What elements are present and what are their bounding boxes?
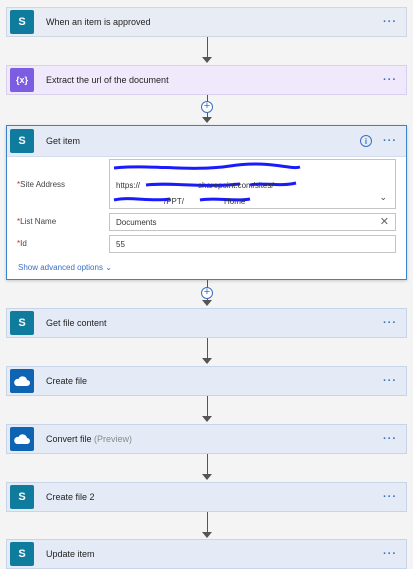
id-field[interactable]: 55 (109, 235, 396, 253)
arrow-head-icon (202, 117, 212, 123)
preview-tag: (Preview) (94, 434, 133, 444)
connector-arrow (207, 37, 208, 57)
list-name-value: Documents (116, 218, 157, 227)
step-title: When an item is approved (46, 17, 151, 27)
site-address-label: *Site Address (17, 180, 66, 189)
connector-arrow (207, 338, 208, 358)
clear-icon[interactable]: ✕ (380, 215, 389, 228)
onedrive-cloud-icon (10, 369, 34, 393)
step-create-file-2[interactable]: S Create file 2 ··· (6, 482, 407, 512)
insert-step-button[interactable]: + (201, 101, 213, 113)
step-title: Convert file (Preview) (46, 434, 133, 444)
step-extract-url[interactable]: {x} Extract the url of the document ··· (6, 65, 407, 95)
step-title: Get item (46, 136, 81, 146)
arrow-head-icon (202, 532, 212, 538)
arrow-head-icon (202, 300, 212, 306)
sharepoint-icon: S (10, 311, 34, 335)
more-options-button[interactable]: ··· (380, 135, 400, 147)
step-when-item-approved[interactable]: S When an item is approved ··· (6, 7, 407, 37)
onedrive-cloud-icon (10, 427, 34, 451)
sharepoint-icon: S (10, 10, 34, 34)
id-value: 55 (116, 240, 125, 249)
step-get-file-content[interactable]: S Get file content ··· (6, 308, 407, 338)
step-title: Extract the url of the document (46, 75, 169, 85)
connector-arrow (207, 454, 208, 474)
arrow-head-icon (202, 57, 212, 63)
list-name-field[interactable]: Documents ✕ (109, 213, 396, 231)
connector-arrow (207, 512, 208, 532)
info-icon[interactable]: i (360, 135, 372, 147)
more-options-button[interactable]: ··· (380, 491, 400, 503)
arrow-head-icon (202, 358, 212, 364)
more-options-button[interactable]: ··· (380, 375, 400, 387)
connector-arrow (207, 396, 208, 416)
get-item-card: S Get item i ··· *Site Address https://s… (6, 125, 407, 280)
site-address-line3: /PPT/Home (164, 197, 246, 206)
step-update-item[interactable]: S Update item ··· (6, 539, 407, 569)
step-title: Create file (46, 376, 88, 386)
show-advanced-options-link[interactable]: Show advanced options ⌄ (18, 263, 112, 272)
sharepoint-icon: S (10, 542, 34, 566)
chevron-down-icon: ⌄ (105, 263, 112, 272)
step-create-file[interactable]: Create file ··· (6, 366, 407, 396)
more-options-button[interactable]: ··· (380, 317, 400, 329)
arrow-head-icon (202, 474, 212, 480)
step-title: Create file 2 (46, 492, 95, 502)
arrow-head-icon (202, 416, 212, 422)
sharepoint-icon: S (10, 485, 34, 509)
more-options-button[interactable]: ··· (380, 16, 400, 28)
site-address-line2: https://sharepoint.com/sites/ (116, 181, 274, 190)
insert-step-button[interactable]: + (201, 287, 213, 299)
step-title: Get file content (46, 318, 107, 328)
more-options-button[interactable]: ··· (380, 433, 400, 445)
step-title: Update item (46, 549, 95, 559)
get-item-header[interactable]: S Get item i ··· (7, 126, 406, 157)
chevron-down-icon[interactable]: ⌄ (379, 192, 387, 203)
id-label: *Id (17, 239, 27, 248)
variable-icon: {x} (10, 68, 34, 92)
more-options-button[interactable]: ··· (380, 548, 400, 560)
sharepoint-icon: S (10, 129, 34, 153)
more-options-button[interactable]: ··· (380, 74, 400, 86)
site-address-field[interactable]: https://sharepoint.com/sites/ /PPT/Home … (109, 159, 396, 209)
list-name-label: *List Name (17, 217, 57, 226)
step-convert-file[interactable]: Convert file (Preview) ··· (6, 424, 407, 454)
